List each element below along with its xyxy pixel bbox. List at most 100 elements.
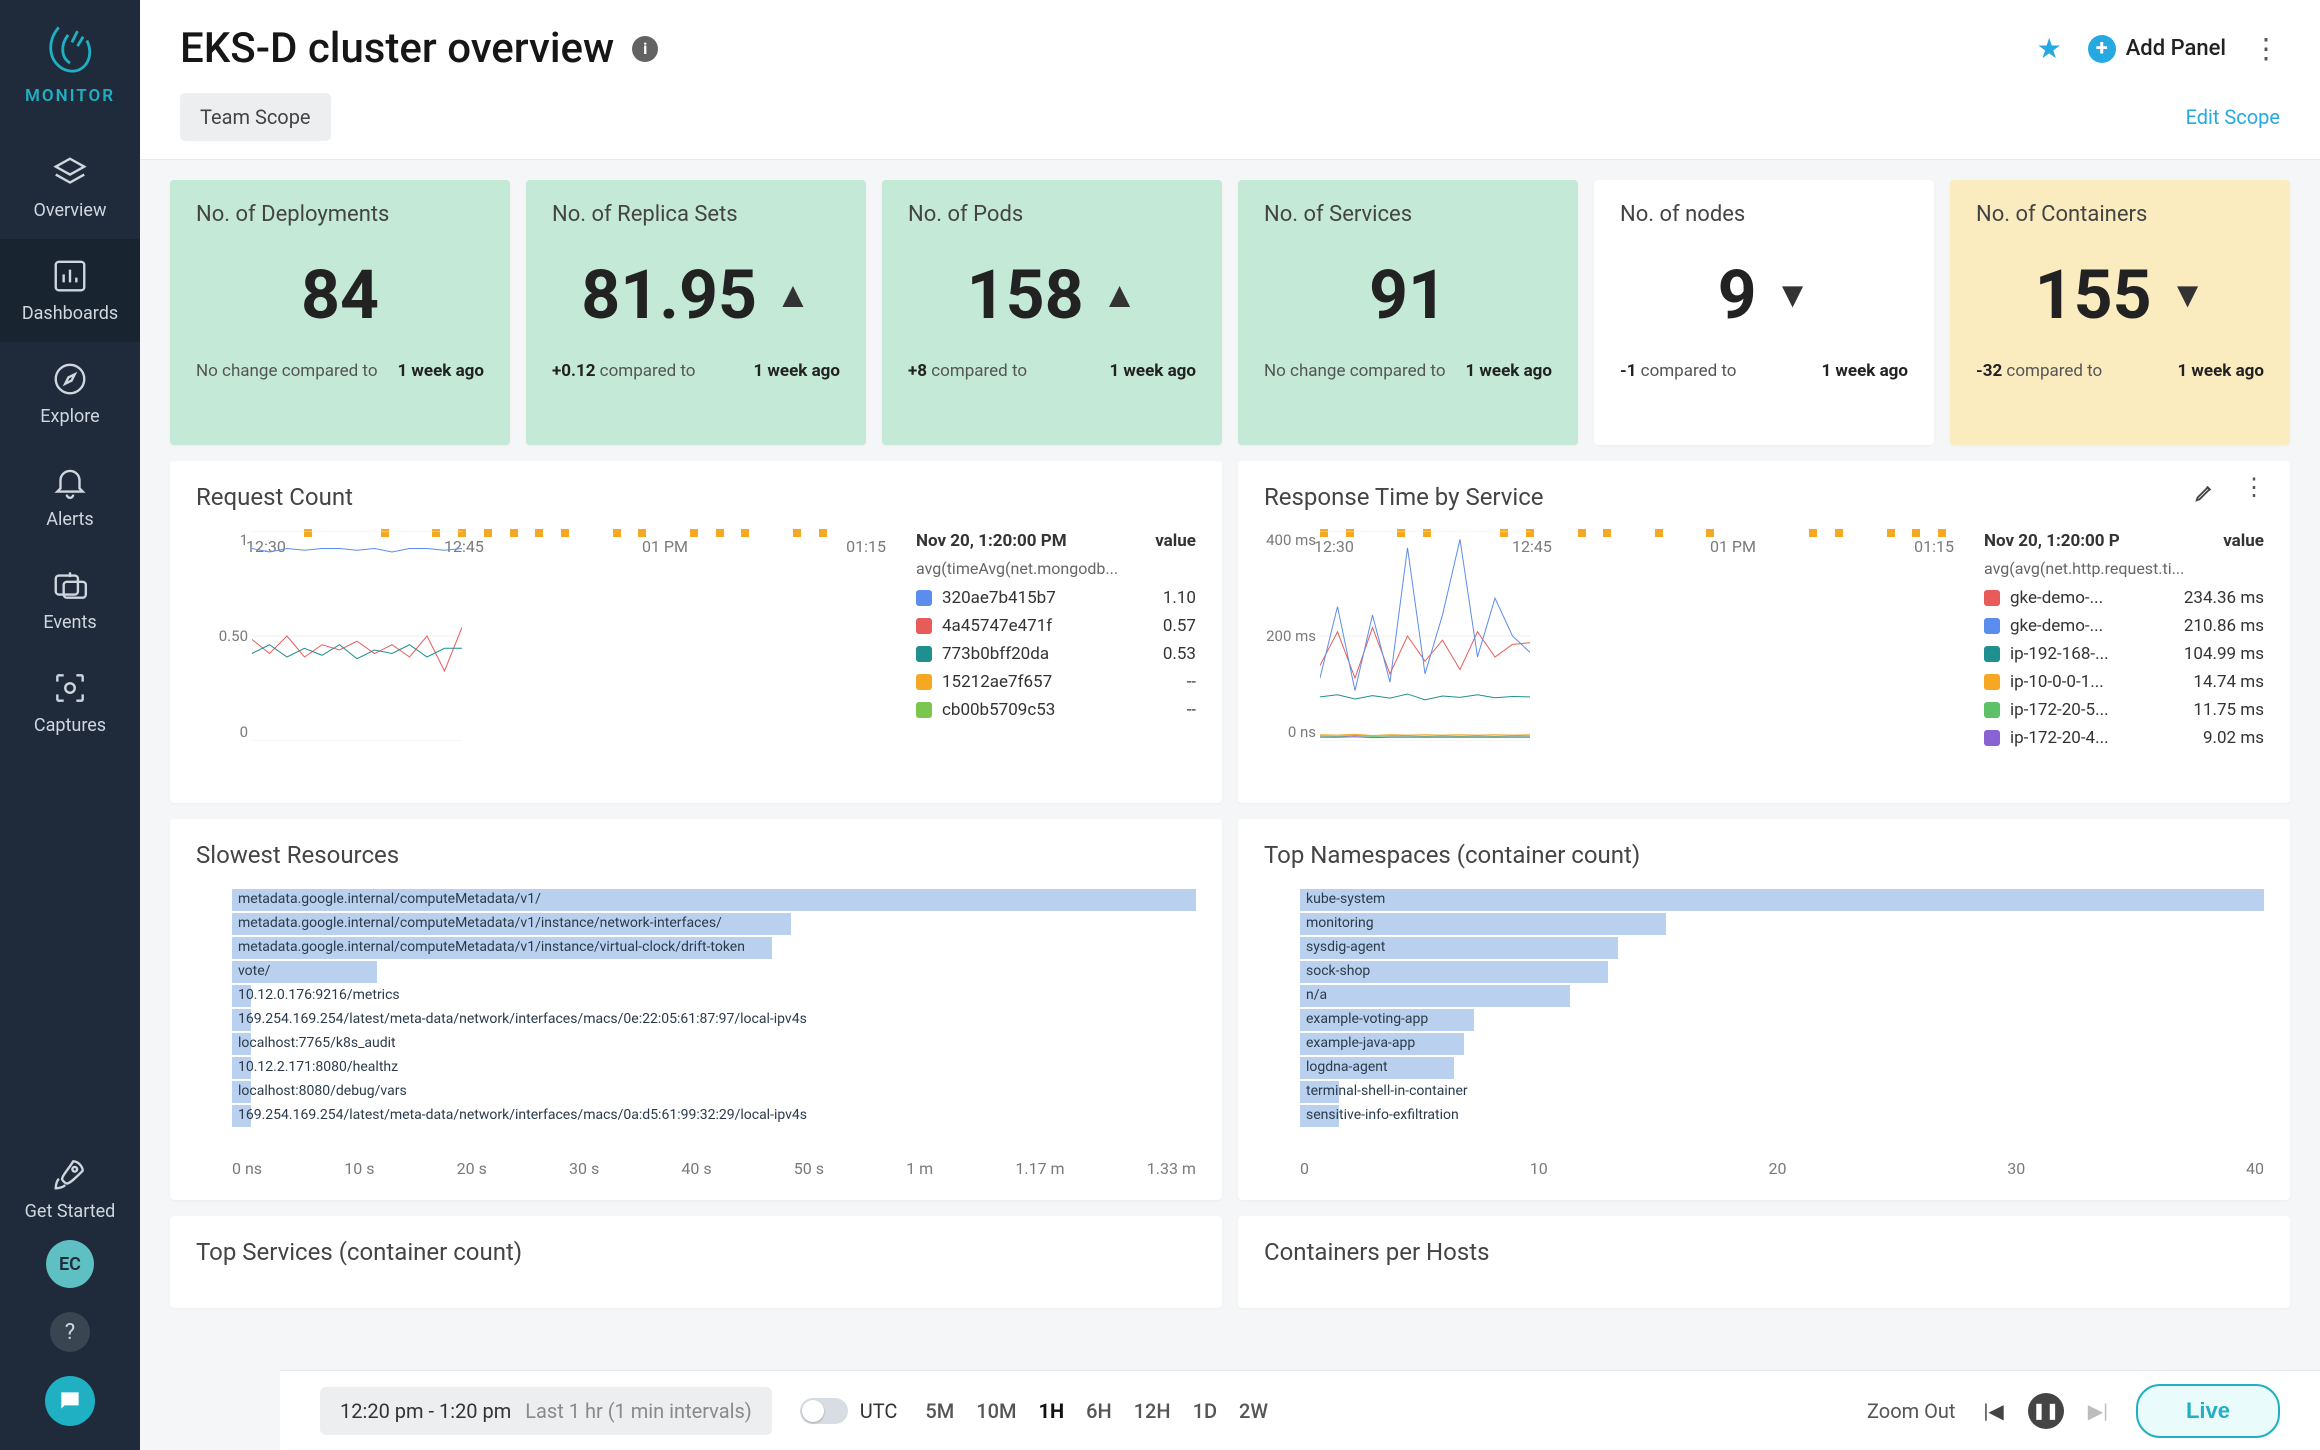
legend-name: ip-192-168-... <box>2010 644 2168 664</box>
zoom-out-button[interactable]: Zoom Out <box>1867 1399 1955 1423</box>
hbar-label: sock-shop <box>1306 963 1370 979</box>
sidebar-item-dashboards[interactable]: Dashboards <box>0 239 140 342</box>
hbar-row[interactable]: metadata.google.internal/computeMetadata… <box>232 913 1196 935</box>
panel-top-namespaces[interactable]: Top Namespaces (container count) kube-sy… <box>1238 819 2290 1200</box>
legend-row[interactable]: 320ae7b415b71.10 <box>916 588 1196 608</box>
skip-back-icon[interactable]: |◀ <box>1983 1399 2003 1423</box>
summary-card[interactable]: No. of Pods158▲+8 compared to1 week ago <box>882 180 1222 445</box>
summary-card[interactable]: No. of Replica Sets81.95▲+0.12 compared … <box>526 180 866 445</box>
summary-card[interactable]: No. of nodes9▼-1 compared to1 week ago <box>1594 180 1934 445</box>
legend-row[interactable]: 773b0bff20da0.53 <box>916 644 1196 664</box>
summary-card[interactable]: No. of Containers155▼-32 compared to1 we… <box>1950 180 2290 445</box>
edit-icon[interactable] <box>2194 481 2216 507</box>
panel-slowest-resources[interactable]: Slowest Resources metadata.google.intern… <box>170 819 1222 1200</box>
avatar[interactable]: EC <box>46 1240 94 1288</box>
scope-pill[interactable]: Team Scope <box>180 93 331 141</box>
time-preset-1H[interactable]: 1H <box>1039 1399 1065 1423</box>
hbar-row[interactable]: metadata.google.internal/computeMetadata… <box>232 889 1196 911</box>
card-value: 9 <box>1718 255 1757 335</box>
hbar-row[interactable]: sock-shop <box>1300 961 2264 983</box>
legend-row[interactable]: ip-172-20-5...11.75 ms <box>1984 700 2264 720</box>
brand[interactable]: › MONITOR <box>25 18 115 106</box>
legend-row[interactable]: ip-192-168-...104.99 ms <box>1984 644 2264 664</box>
add-panel-button[interactable]: + Add Panel <box>2088 35 2226 63</box>
sidebar-item-captures[interactable]: Captures <box>0 651 140 754</box>
legend-value: 0.53 <box>1110 644 1196 664</box>
summary-card[interactable]: No. of Services91No change compared to1 … <box>1238 180 1578 445</box>
hbar-row[interactable]: localhost:8080/debug/vars <box>232 1081 1196 1103</box>
hbar-row[interactable]: logdna-agent <box>1300 1057 2264 1079</box>
legend-row[interactable]: cb00b5709c53-- <box>916 700 1196 720</box>
legend-row[interactable]: 4a45747e471f0.57 <box>916 616 1196 636</box>
legend-row[interactable]: ip-10-0-0-1...14.74 ms <box>1984 672 2264 692</box>
sidebar-item-overview[interactable]: Overview <box>0 136 140 239</box>
time-preset-5M[interactable]: 5M <box>925 1399 954 1423</box>
hbar-row[interactable]: 10.12.2.171:8080/healthz <box>232 1057 1196 1079</box>
time-preset-6H[interactable]: 6H <box>1086 1399 1112 1423</box>
rocket-icon <box>51 1155 89 1193</box>
hbar-row[interactable]: kube-system <box>1300 889 2264 911</box>
help-icon[interactable]: ? <box>50 1312 90 1352</box>
legend-row[interactable]: gke-demo-...210.86 ms <box>1984 616 2264 636</box>
legend-row[interactable]: 15212ae7f657-- <box>916 672 1196 692</box>
time-range-pill[interactable]: 12:20 pm - 1:20 pm Last 1 hr (1 min inte… <box>320 1387 772 1435</box>
time-range-subtitle: Last 1 hr (1 min intervals) <box>525 1399 751 1423</box>
hbar-row[interactable]: terminal-shell-in-container <box>1300 1081 2264 1103</box>
time-preset-2W[interactable]: 2W <box>1239 1399 1268 1423</box>
edit-scope-link[interactable]: Edit Scope <box>2186 105 2280 129</box>
hbar-row[interactable]: example-java-app <box>1300 1033 2264 1055</box>
hbar-row[interactable]: localhost:7765/k8s_audit <box>232 1033 1196 1055</box>
panel-containers-per-hosts[interactable]: Containers per Hosts <box>1238 1216 2290 1308</box>
page-title: EKS-D cluster overview <box>180 24 614 73</box>
legend-name: gke-demo-... <box>2010 588 2168 608</box>
panel-request-count[interactable]: Request Count 1 0.50 0 12:30 <box>170 461 1222 803</box>
hbar-row[interactable]: 10.12.0.176:9216/metrics <box>232 985 1196 1007</box>
panel-title: Containers per Hosts <box>1264 1238 2264 1266</box>
hbar-row[interactable]: vote/ <box>232 961 1196 983</box>
panel-top-services[interactable]: Top Services (container count) <box>170 1216 1222 1308</box>
panel-kebab-menu[interactable]: ⋮ <box>2242 481 2266 507</box>
sidebar-item-events[interactable]: Events <box>0 548 140 651</box>
hbar-label: terminal-shell-in-container <box>1306 1083 1468 1099</box>
hbar-row[interactable]: monitoring <box>1300 913 2264 935</box>
legend-swatch <box>1984 590 2000 606</box>
utc-toggle[interactable]: UTC <box>800 1398 898 1424</box>
hbar-row[interactable]: sysdig-agent <box>1300 937 2264 959</box>
card-value: 158 <box>967 255 1084 335</box>
legend-row[interactable]: gke-demo-...234.36 ms <box>1984 588 2264 608</box>
panel-response-time[interactable]: Response Time by Service ⋮ 400 ms 200 m <box>1238 461 2290 803</box>
live-button[interactable]: Live <box>2136 1384 2280 1438</box>
hbar-row[interactable]: 169.254.169.254/latest/meta-data/network… <box>232 1105 1196 1127</box>
hbar-label: example-java-app <box>1306 1035 1415 1051</box>
toggle-switch[interactable] <box>800 1398 848 1424</box>
time-preset-1D[interactable]: 1D <box>1193 1399 1217 1423</box>
hbar-row[interactable]: n/a <box>1300 985 2264 1007</box>
card-period: 1 week ago <box>1465 361 1552 381</box>
card-delta-text: -32 compared to <box>1976 361 2161 381</box>
skip-forward-icon[interactable]: ▶| <box>2088 1399 2108 1423</box>
card-delta-text: +0.12 compared to <box>552 361 737 381</box>
info-icon[interactable]: i <box>632 36 658 62</box>
star-icon[interactable]: ★ <box>2037 32 2062 65</box>
summary-card[interactable]: No. of Deployments84No change compared t… <box>170 180 510 445</box>
hbar-row[interactable]: metadata.google.internal/computeMetadata… <box>232 937 1196 959</box>
hbar-row[interactable]: sensitive-info-exfiltration <box>1300 1105 2264 1127</box>
hbar-label: vote/ <box>238 963 270 979</box>
time-preset-10M[interactable]: 10M <box>976 1399 1016 1423</box>
sidebar-item-get-started[interactable]: Get Started <box>0 1137 140 1240</box>
hbar-row[interactable]: 169.254.169.254/latest/meta-data/network… <box>232 1009 1196 1031</box>
time-preset-12H[interactable]: 12H <box>1134 1399 1171 1423</box>
hbar-label: localhost:7765/k8s_audit <box>238 1035 396 1051</box>
slowest-resources-chart[interactable]: metadata.google.internal/computeMetadata… <box>196 889 1196 1149</box>
chat-icon[interactable] <box>45 1376 95 1426</box>
top-namespaces-chart[interactable]: kube-systemmonitoringsysdig-agent sock-sh… <box>1264 889 2264 1149</box>
sidebar-item-alerts[interactable]: Alerts <box>0 445 140 548</box>
response-time-chart[interactable]: 400 ms 200 ms 0 ns 12:30 12:45 01 PM 01:… <box>1264 531 1964 781</box>
request-count-chart[interactable]: 1 0.50 0 12:30 12:45 01 PM 01:15 <box>196 531 896 781</box>
header-kebab-menu[interactable]: ⋮ <box>2252 42 2280 56</box>
hbar-row[interactable]: example-voting-app <box>1300 1009 2264 1031</box>
hbar-label: 169.254.169.254/latest/meta-data/network… <box>238 1107 807 1123</box>
legend-row[interactable]: ip-172-20-4...9.02 ms <box>1984 728 2264 748</box>
pause-icon[interactable]: ❚❚ <box>2028 1393 2064 1429</box>
sidebar-item-explore[interactable]: Explore <box>0 342 140 445</box>
